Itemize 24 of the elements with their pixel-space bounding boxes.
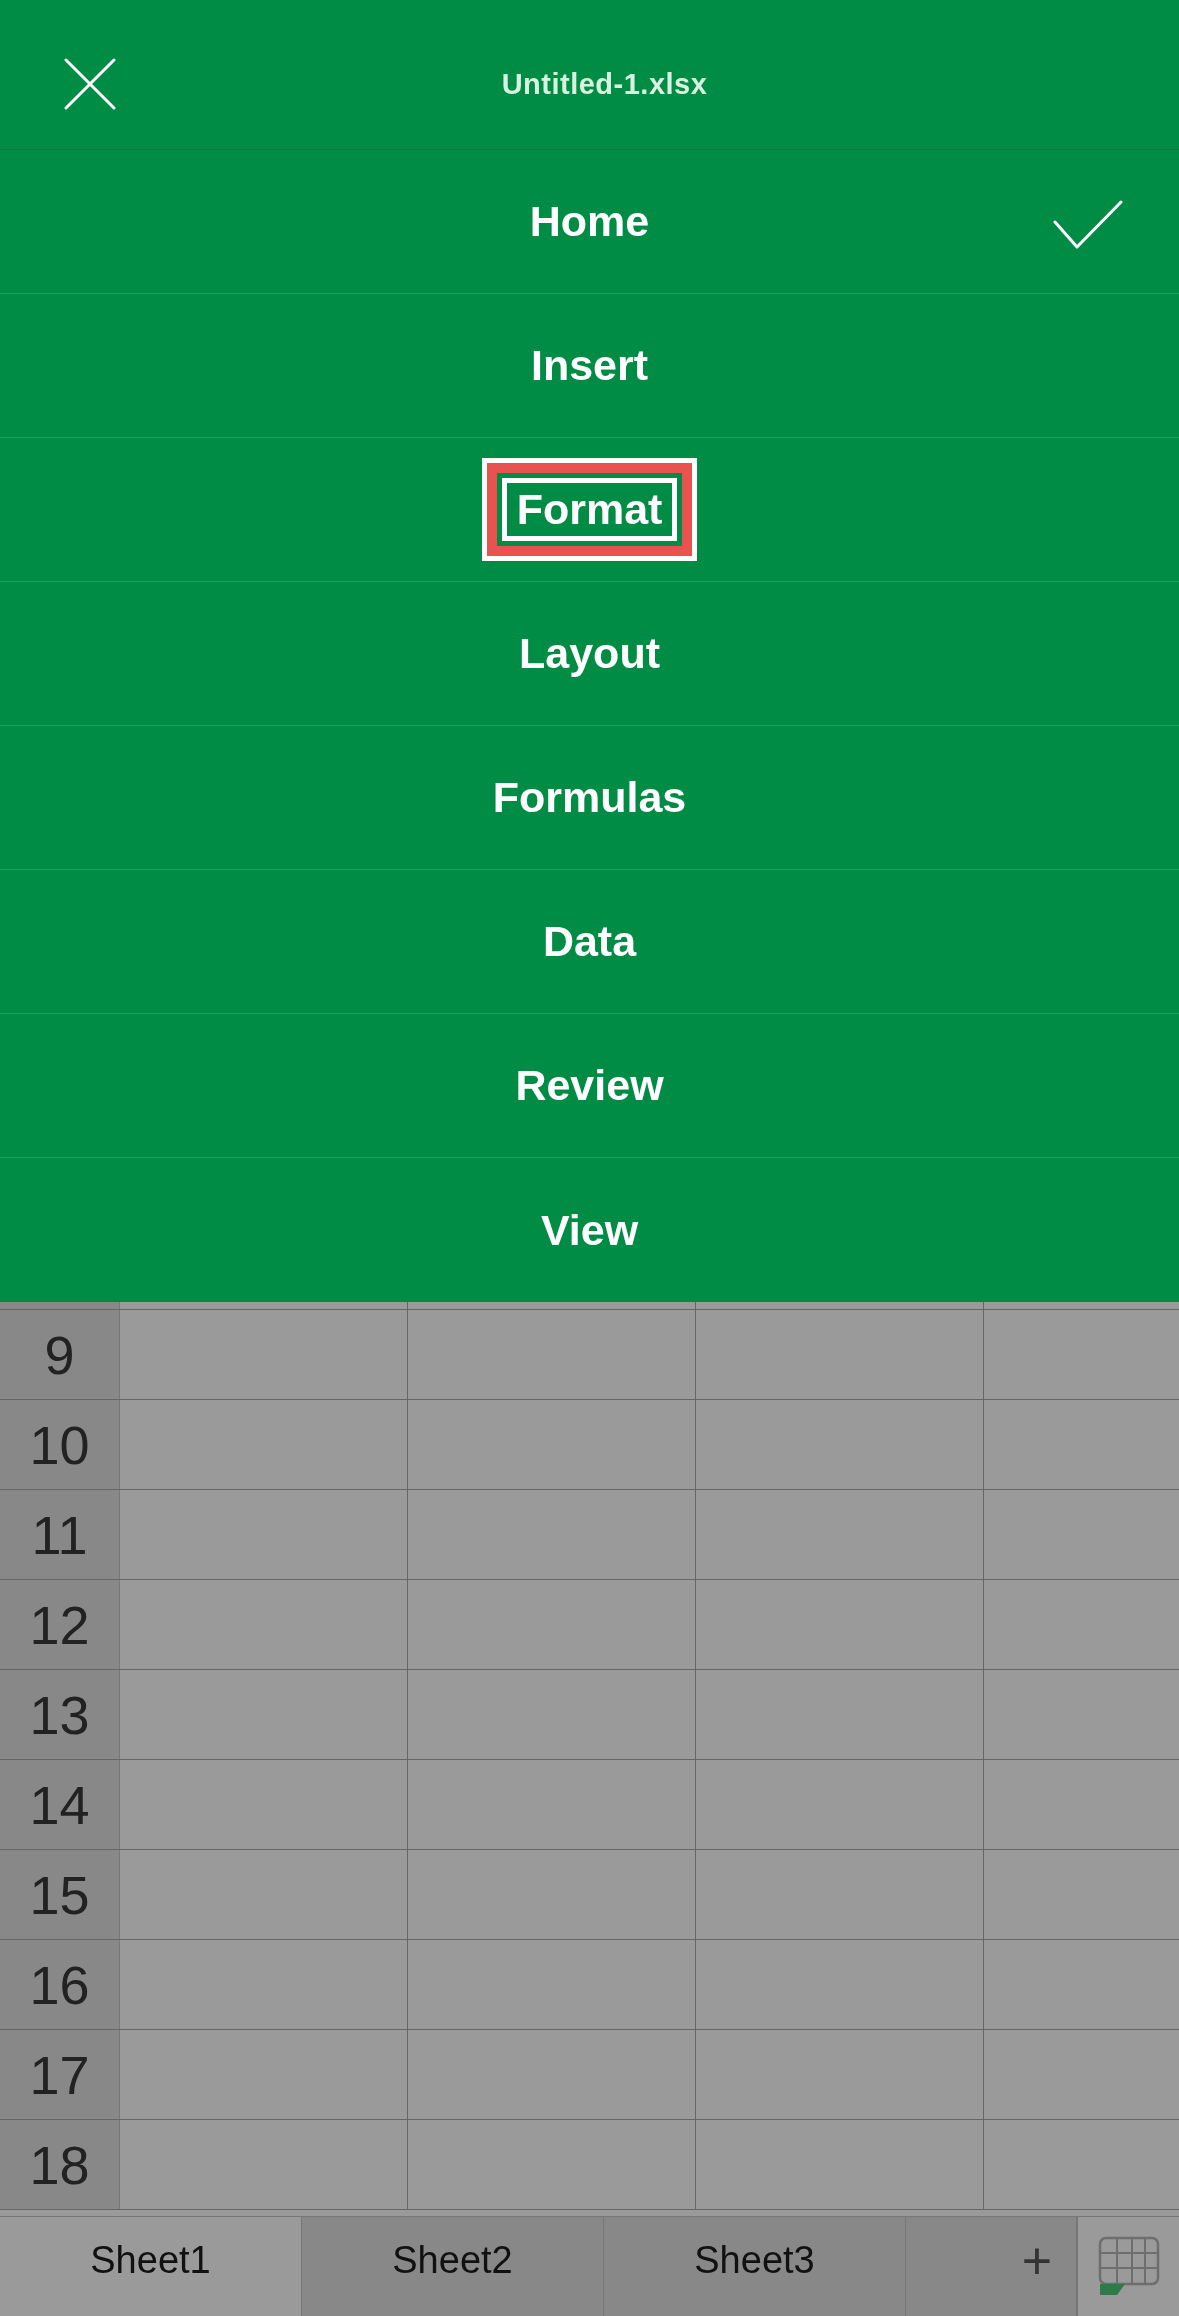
- close-icon[interactable]: [64, 58, 116, 110]
- row-number: 14: [0, 1760, 120, 1849]
- add-sheet-button[interactable]: +: [906, 2217, 1078, 2316]
- menu-item[interactable]: Format: [0, 438, 1179, 582]
- row-number: 10: [0, 1400, 120, 1489]
- row-number: 18: [0, 2120, 120, 2209]
- row-number: 17: [0, 2030, 120, 2119]
- sheet-tab[interactable]: Sheet3: [604, 2217, 906, 2316]
- menu-item[interactable]: Home: [0, 150, 1179, 294]
- menu-item[interactable]: Review: [0, 1014, 1179, 1158]
- row-number: 16: [0, 1940, 120, 2029]
- row-number: 12: [0, 1580, 120, 1669]
- menu-item[interactable]: Insert: [0, 294, 1179, 438]
- row-number: 11: [0, 1490, 120, 1579]
- file-title: Untitled-1.xlsx: [501, 68, 708, 101]
- sheet-tab[interactable]: Sheet2: [302, 2217, 604, 2316]
- menu-item[interactable]: Layout: [0, 582, 1179, 726]
- menu-item[interactable]: Data: [0, 870, 1179, 1014]
- menu-item[interactable]: Formulas: [0, 726, 1179, 870]
- row-number: 15: [0, 1850, 120, 1939]
- row-number: 13: [0, 1670, 120, 1759]
- row-number: 9: [0, 1310, 120, 1399]
- menu-item[interactable]: View: [0, 1158, 1179, 1302]
- highlight-frame: Format: [481, 458, 698, 561]
